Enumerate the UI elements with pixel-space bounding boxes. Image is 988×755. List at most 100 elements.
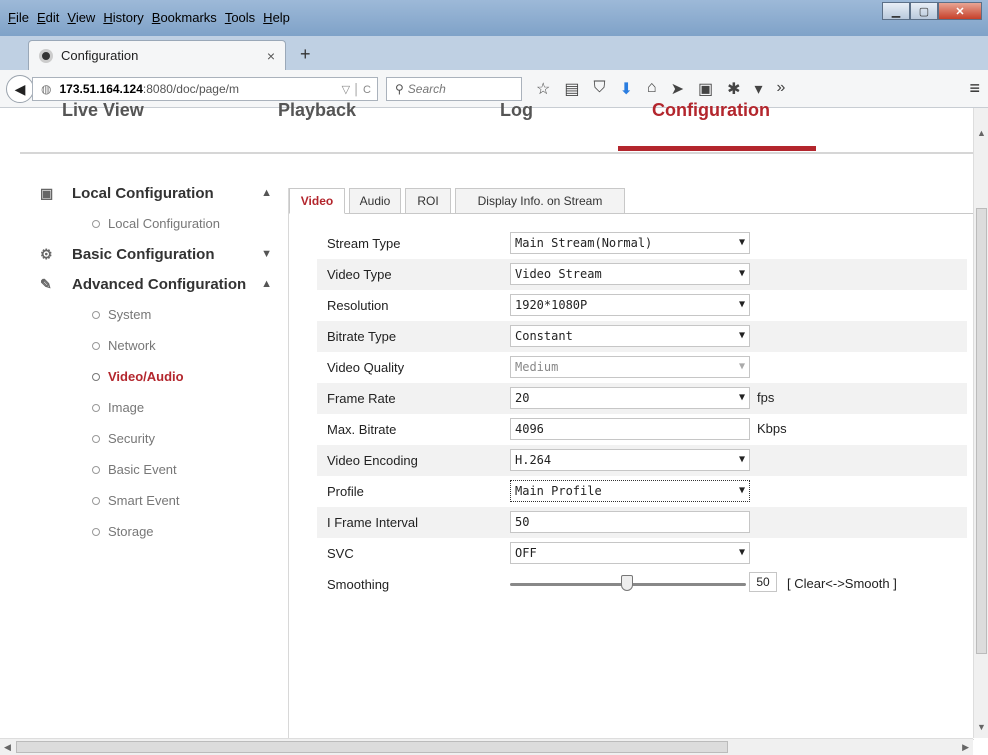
smoothing-slider-thumb[interactable] xyxy=(621,575,633,591)
dropdown-arrow-icon: ▼ xyxy=(738,361,745,372)
video-encoding-select[interactable]: H.264 ▼ xyxy=(510,449,750,471)
scroll-left-icon[interactable]: ◀ xyxy=(4,742,11,753)
horizontal-scrollbar[interactable]: ◀ ▶ xyxy=(0,738,973,755)
smoothing-hint: [ Clear<->Smooth ] xyxy=(787,576,897,591)
minimize-button[interactable]: ▁ xyxy=(882,2,910,20)
close-window-button[interactable]: ✕ xyxy=(938,2,982,20)
max-bitrate-unit: Kbps xyxy=(757,421,787,436)
download-icon[interactable]: ⬇ xyxy=(619,79,632,99)
select-value: Video Stream xyxy=(515,267,602,281)
sidebar-group-basic[interactable]: ⚙ Basic Configuration ▼ xyxy=(40,239,280,269)
sidebar-group-local[interactable]: ▣ Local Configuration ▲ xyxy=(40,178,280,208)
extension-icon[interactable]: ✱ xyxy=(727,79,740,99)
i-frame-interval-input[interactable]: 50 xyxy=(510,511,750,533)
pocket-icon[interactable]: ⛉ xyxy=(593,79,605,99)
menu-edit[interactable]: Edit xyxy=(33,10,63,25)
reading-list-icon[interactable]: ▤ xyxy=(564,79,579,99)
row-svc: SVC OFF ▼ xyxy=(317,538,967,569)
video-type-label: Video Type xyxy=(327,267,392,282)
smoothing-value-input[interactable]: 50 xyxy=(749,572,777,592)
scroll-down-icon[interactable]: ▼ xyxy=(977,722,986,732)
select-value: Medium xyxy=(515,360,559,374)
browser-tab-strip: Configuration × + xyxy=(0,36,988,70)
vertical-scroll-thumb[interactable] xyxy=(976,208,987,654)
nav-configuration[interactable]: Configuration xyxy=(652,100,770,121)
screenshot-icon[interactable]: ▣ xyxy=(698,79,713,99)
dropdown-arrow-icon: ▼ xyxy=(738,330,745,341)
chevron-up-icon[interactable]: ▲ xyxy=(261,187,272,199)
sidebar-item-basic-event[interactable]: Basic Event xyxy=(40,454,280,485)
home-icon[interactable]: ⌂ xyxy=(647,79,657,99)
wrench-icon: ✎ xyxy=(40,275,52,292)
video-type-select[interactable]: Video Stream ▼ xyxy=(510,263,750,285)
menu-history[interactable]: History xyxy=(99,10,147,25)
frame-rate-select[interactable]: 20 ▼ xyxy=(510,387,750,409)
nav-live-view[interactable]: Live View xyxy=(62,100,144,121)
tab-display-info[interactable]: Display Info. on Stream xyxy=(455,188,625,214)
back-button[interactable]: ◀ xyxy=(6,75,34,103)
toolbar-icons: ☆ ▤ ⛉ ⬇ ⌂ ➤ ▣ ✱ ▾ » xyxy=(536,79,785,99)
nav-playback[interactable]: Playback xyxy=(278,100,356,121)
stream-type-select[interactable]: Main Stream(Normal) ▼ xyxy=(510,232,750,254)
tab-audio[interactable]: Audio xyxy=(349,188,401,214)
site-info-icon[interactable]: ◍ xyxy=(41,82,51,96)
svc-label: SVC xyxy=(327,546,354,561)
sidebar-item-system[interactable]: System xyxy=(40,299,280,330)
bitrate-type-select[interactable]: Constant ▼ xyxy=(510,325,750,347)
video-quality-select: Medium ▼ xyxy=(510,356,750,378)
nav-log[interactable]: Log xyxy=(500,100,533,121)
dropdown-arrow-icon: ▼ xyxy=(738,547,745,558)
url-actions[interactable]: ▽ │ C xyxy=(342,83,377,96)
overflow-chevron-icon[interactable]: ▾ xyxy=(755,79,763,99)
sidebar-item-video-audio[interactable]: Video/Audio xyxy=(40,361,280,392)
sidebar-item-smart-event[interactable]: Smart Event xyxy=(40,485,280,516)
bullet-icon xyxy=(92,403,100,412)
profile-label: Profile xyxy=(327,484,364,499)
profile-select[interactable]: Main Profile ▼ xyxy=(510,480,750,502)
minimize-icon: ▁ xyxy=(891,5,901,18)
horizontal-scroll-thumb[interactable] xyxy=(16,741,728,753)
select-value: 1920*1080P xyxy=(515,298,588,312)
video-settings-panel: Video Audio ROI Display Info. on Stream … xyxy=(288,188,975,740)
back-arrow-icon: ◀ xyxy=(14,80,26,97)
hamburger-menu-icon[interactable]: ≡ xyxy=(969,78,980,99)
sidebar-item-storage[interactable]: Storage xyxy=(40,516,280,547)
sidebar-item-security[interactable]: Security xyxy=(40,423,280,454)
menu-help[interactable]: Help xyxy=(259,10,294,25)
menu-file[interactable]: File xyxy=(4,10,33,25)
menu-view[interactable]: View xyxy=(63,10,99,25)
scroll-up-icon[interactable]: ▲ xyxy=(977,128,986,138)
sidebar-item-local-configuration[interactable]: Local Configuration xyxy=(40,208,280,239)
top-navigation: Live View Playback Log Configuration xyxy=(20,100,975,154)
sidebar-item-image[interactable]: Image xyxy=(40,392,280,423)
sidebar-item-network[interactable]: Network xyxy=(40,330,280,361)
bookmark-star-icon[interactable]: ☆ xyxy=(536,79,550,99)
row-video-quality: Video Quality Medium ▼ xyxy=(317,352,967,383)
search-placeholder: Search xyxy=(407,82,446,96)
menu-tools[interactable]: Tools xyxy=(221,10,259,25)
reload-icon[interactable]: C xyxy=(363,84,371,96)
resolution-select[interactable]: 1920*1080P ▼ xyxy=(510,294,750,316)
browser-tab[interactable]: Configuration × xyxy=(28,40,286,70)
dropdown-icon[interactable]: ▽ xyxy=(342,84,350,96)
maximize-icon: ▢ xyxy=(918,5,930,18)
max-bitrate-input[interactable]: 4096 xyxy=(510,418,750,440)
maximize-button[interactable]: ▢ xyxy=(910,2,938,20)
new-tab-button[interactable]: + xyxy=(300,44,311,65)
sidebar-group-advanced[interactable]: ✎ Advanced Configuration ▲ xyxy=(40,269,280,299)
tab-roi[interactable]: ROI xyxy=(405,188,451,214)
tab-video[interactable]: Video xyxy=(289,188,345,214)
menu-bookmarks[interactable]: Bookmarks xyxy=(148,10,221,25)
address-bar[interactable]: ◍ 173.51.164.124 :8080/doc/page/m ▽ │ C xyxy=(32,77,378,101)
vertical-scrollbar[interactable]: ▲ ▼ xyxy=(973,108,988,738)
chevron-down-icon[interactable]: ▼ xyxy=(261,248,272,260)
send-icon[interactable]: ➤ xyxy=(671,79,684,99)
tab-close-icon[interactable]: × xyxy=(267,48,275,64)
svc-select[interactable]: OFF ▼ xyxy=(510,542,750,564)
search-bar[interactable]: ⚲ Search xyxy=(386,77,522,101)
scroll-right-icon[interactable]: ▶ xyxy=(962,742,969,753)
chevron-up-icon[interactable]: ▲ xyxy=(261,278,272,290)
select-value: Main Stream(Normal) xyxy=(515,236,653,250)
more-tools-icon[interactable]: » xyxy=(777,79,786,99)
sidebar-item-label: Network xyxy=(108,338,156,353)
